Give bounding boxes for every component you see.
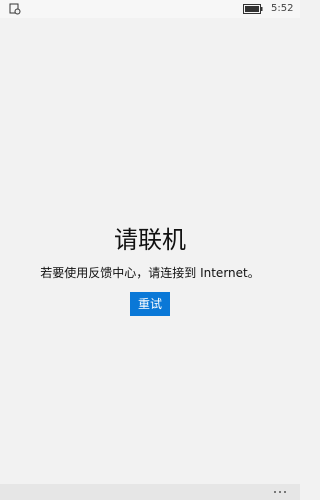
- more-icon[interactable]: [272, 486, 288, 498]
- status-time: 5:52: [271, 3, 294, 14]
- retry-button[interactable]: 重试: [130, 292, 170, 316]
- bottom-app-bar: [0, 484, 300, 500]
- status-bar: 5:52: [0, 0, 300, 18]
- connection-message: 若要使用反馈中心，请连接到 Internet。: [40, 266, 260, 280]
- battery-icon: [243, 4, 263, 14]
- notification-icon: [9, 3, 21, 15]
- main-content: 请联机 若要使用反馈中心，请连接到 Internet。 重试: [0, 18, 300, 484]
- page-title: 请联机: [114, 226, 186, 254]
